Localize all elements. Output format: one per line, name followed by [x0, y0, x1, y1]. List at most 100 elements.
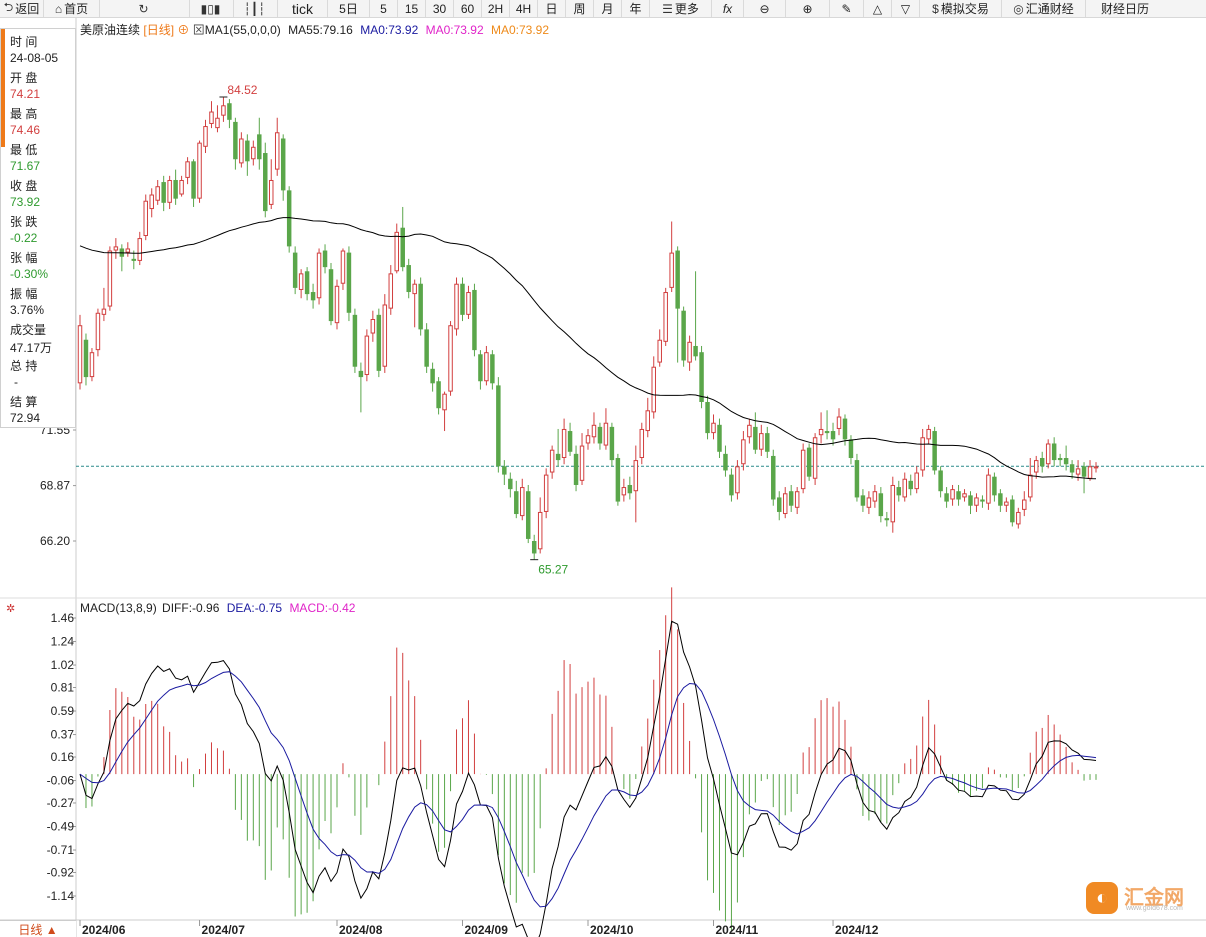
candle-body-up	[561, 428, 567, 459]
add-indicator-icon[interactable]: ⊕	[177, 23, 189, 37]
candle-body-up	[179, 179, 184, 195]
time-value: 24-08-05	[10, 51, 59, 65]
date-tick-label: 2024/09	[464, 923, 508, 937]
candle-body-up	[215, 117, 220, 129]
candle-body-up	[412, 283, 417, 295]
candle-body-up	[1045, 443, 1051, 465]
candle-body-down	[723, 453, 728, 471]
candle-body-down	[806, 447, 812, 477]
candle-body-up	[735, 466, 740, 494]
candle-body-up	[155, 186, 160, 201]
amp-value: 3.76%	[10, 303, 45, 317]
candle-body-up	[914, 472, 919, 490]
change-label: 张 跌	[10, 215, 38, 229]
macd-tick-label: 0.16	[51, 750, 75, 764]
candle-body-up	[448, 325, 453, 392]
macd-diff-line	[79, 620, 1097, 937]
candle-body-down	[830, 431, 836, 440]
candle-body-up	[926, 428, 931, 440]
candle-body-up	[95, 312, 101, 351]
candle-body-down	[400, 227, 405, 268]
macd-legend: ✲	[6, 601, 15, 615]
candle-body-down	[615, 458, 621, 502]
candle-body-up	[974, 497, 979, 506]
candle-body-up	[687, 341, 692, 363]
macd-tick-label: 1.02	[51, 658, 75, 672]
candle-body-up	[340, 250, 346, 284]
candle-body-down	[161, 182, 166, 203]
candle-body-down	[131, 258, 137, 261]
date-tick-label: 2024/08	[339, 923, 383, 937]
candle-body-up	[101, 308, 107, 315]
candle-body-up	[890, 484, 896, 523]
candle-body-down	[998, 493, 1003, 506]
ma55-value: MA55:79.16	[288, 23, 353, 37]
candle-body-down	[1081, 466, 1087, 477]
candle-body-down	[322, 250, 328, 268]
candle-body-down	[1057, 458, 1063, 461]
axes: 71.5568.8766.201.461.241.020.810.590.370…	[40, 423, 879, 937]
low-label: 最 低	[10, 143, 38, 157]
candle-body-down	[693, 345, 698, 357]
candle-body-up	[645, 410, 651, 432]
amp-label: 振 幅	[10, 287, 38, 301]
candle-body-up	[466, 292, 471, 315]
high-label: 最 高	[10, 107, 38, 121]
candle-body-down	[681, 310, 686, 361]
candle-body-down	[1063, 458, 1069, 465]
candle-body-up	[782, 493, 788, 515]
candle-body-up	[1022, 499, 1027, 510]
candle-body-down	[908, 480, 913, 490]
macd-tick-label: 0.37	[51, 728, 75, 742]
candle-body-up	[454, 283, 459, 330]
candle-body-up	[251, 146, 256, 160]
macd-tick-label: 0.59	[51, 704, 75, 718]
macd-settings-icon[interactable]: ✲	[6, 603, 15, 615]
candle-body-up	[382, 304, 388, 367]
candle-body-up	[107, 250, 113, 307]
candle-body-down	[705, 401, 710, 434]
candle-body-down	[860, 495, 866, 506]
candle-body-down	[1010, 499, 1015, 523]
candle-body-down	[245, 140, 250, 162]
candle-body-up	[986, 474, 991, 504]
candle-body-down	[729, 474, 734, 496]
candle-body-up	[137, 238, 143, 261]
candle-body-down	[848, 439, 854, 459]
candle-body-up	[89, 352, 95, 378]
candle-body-up	[759, 433, 764, 450]
candle-body-up	[920, 437, 925, 471]
candle-body-down	[496, 385, 501, 467]
candle-body-up	[125, 248, 131, 253]
candle-body-up	[364, 335, 370, 376]
candle-body-up	[209, 111, 214, 124]
candle-body-up	[621, 487, 627, 496]
candle-body-up	[334, 285, 340, 324]
logo-url: www.gold678.com	[1126, 905, 1183, 912]
macd-diff: DIFF:-0.96	[162, 601, 220, 615]
candle-body-down	[83, 339, 89, 378]
candle-body-down	[555, 453, 561, 461]
chart-frame	[0, 18, 1206, 937]
candle-body-down	[938, 470, 943, 492]
candle-body-down	[478, 354, 483, 382]
candle-body-up	[77, 325, 83, 384]
candle-body-up	[1028, 474, 1033, 498]
time-label: 时 间	[10, 35, 38, 49]
candle-body-down	[406, 265, 411, 293]
candle-body-up	[185, 161, 190, 178]
low-value: 71.67	[10, 159, 41, 173]
period-selector[interactable]: 日线 ▲	[0, 920, 76, 937]
pct-value: -0.30%	[10, 267, 49, 281]
candle-body-down	[358, 370, 364, 378]
candle-body-down	[328, 269, 334, 322]
candle-body-down	[884, 518, 890, 521]
candle-body-up	[669, 252, 674, 288]
macd-tick-label: -0.49	[47, 820, 75, 834]
candle-body-down	[376, 314, 382, 371]
candle-body-down	[1051, 443, 1057, 461]
macd-tick-label: 0.81	[51, 681, 75, 695]
candle-body-down	[191, 161, 196, 199]
ma0-value-magenta: MA0:73.92	[425, 23, 484, 37]
candle-body-down	[788, 491, 794, 506]
